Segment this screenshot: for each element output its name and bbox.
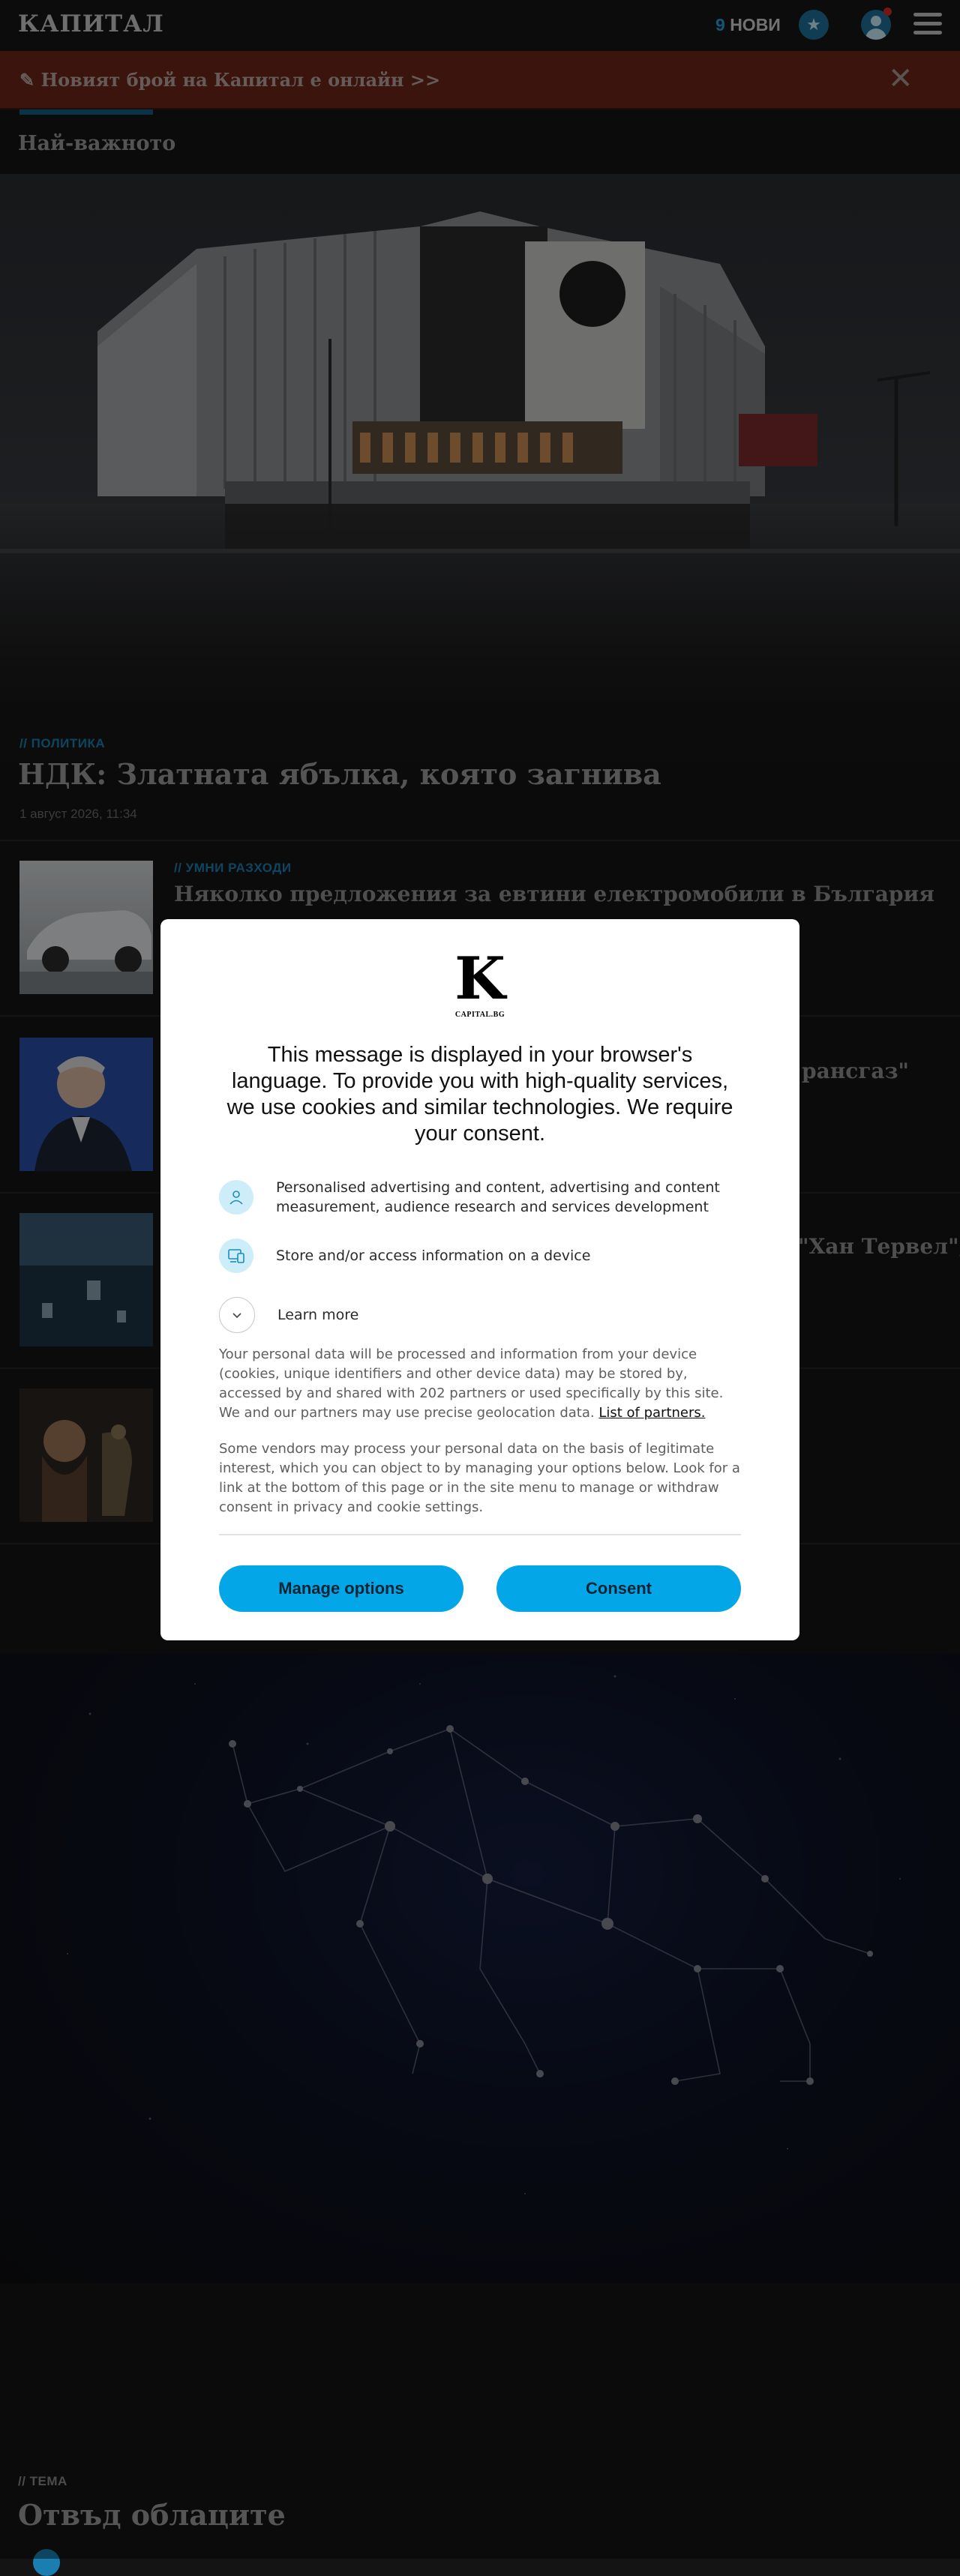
logo-subtitle: CAPITAL.BG [454,1011,506,1019]
partners-link[interactable]: List of partners. [598,1405,705,1421]
purpose-storage: Store and/or access information on a dev… [219,1239,590,1273]
manage-options-button[interactable]: Manage options [219,1565,464,1612]
learn-more-label[interactable]: Learn more [278,1305,358,1325]
consent-button[interactable]: Consent [496,1565,741,1612]
person-icon [219,1180,254,1215]
consent-dialog: K CAPITAL.BG This message is displayed i… [160,919,800,1640]
purpose-advertising-text: Personalised advertising and content, ad… [276,1179,720,1215]
purpose-advertising: Personalised advertising and content, ad… [219,1178,800,1217]
consent-heading: This message is displayed in your browse… [226,1043,734,1146]
device-icon [219,1239,254,1273]
consent-paragraph-2: Some vendors may process your personal d… [219,1441,740,1515]
purpose-storage-text: Store and/or access information on a dev… [276,1248,591,1264]
logo-letter: K [454,945,506,1013]
divider [219,1534,741,1535]
consent-paragraph-1: Your personal data will be processed and… [219,1346,724,1421]
capital-logo: K CAPITAL.BG [453,949,507,1023]
learn-more-toggle[interactable]: Learn more [219,1297,358,1333]
chevron-down-icon[interactable] [219,1297,255,1333]
